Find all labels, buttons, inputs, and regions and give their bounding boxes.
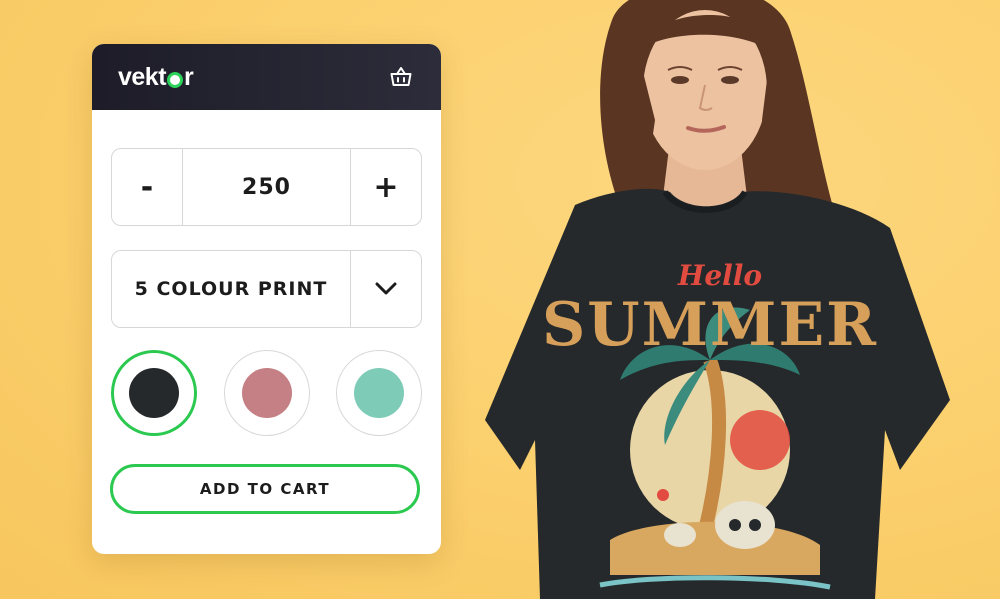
color-swatch-fill — [129, 368, 179, 418]
color-swatch-fill — [241, 368, 292, 418]
product-configurator-card: vekt r - 250 + 5 COLOUR PRINT ADD TO CAR… — [92, 44, 441, 554]
quantity-value[interactable]: 250 — [183, 149, 350, 225]
print-option-select[interactable]: 5 COLOUR PRINT — [111, 250, 422, 328]
shopping-basket-icon[interactable] — [389, 65, 413, 89]
color-swatch-black[interactable] — [111, 350, 197, 436]
quantity-stepper: - 250 + — [111, 148, 422, 226]
card-header: vekt r — [92, 44, 441, 110]
color-swatch-fill — [354, 368, 404, 418]
card-body: - 250 + 5 COLOUR PRINT ADD TO CART — [92, 148, 441, 514]
print-option-label: 5 COLOUR PRINT — [134, 278, 328, 300]
color-swatch-mint[interactable] — [336, 350, 422, 436]
brand-logo[interactable]: vekt r — [118, 62, 194, 92]
model-photo: Hello SUMMER — [480, 0, 1000, 599]
print-option-toggle[interactable] — [350, 251, 421, 327]
shirt-hello-text: Hello — [677, 259, 762, 292]
chevron-down-icon — [375, 282, 397, 295]
increase-quantity-button[interactable]: + — [350, 149, 421, 225]
add-to-cart-button[interactable]: ADD TO CART — [110, 464, 420, 514]
decrease-quantity-button[interactable]: - — [112, 149, 183, 225]
brand-logo-text-end: r — [184, 62, 194, 91]
brand-logo-text-start: vekt — [118, 62, 167, 91]
shirt-summer-text: SUMMER — [542, 290, 878, 360]
brand-logo-o-mark — [167, 72, 184, 88]
color-swatch-dusty-rose[interactable] — [223, 350, 310, 436]
color-swatches — [111, 350, 422, 436]
